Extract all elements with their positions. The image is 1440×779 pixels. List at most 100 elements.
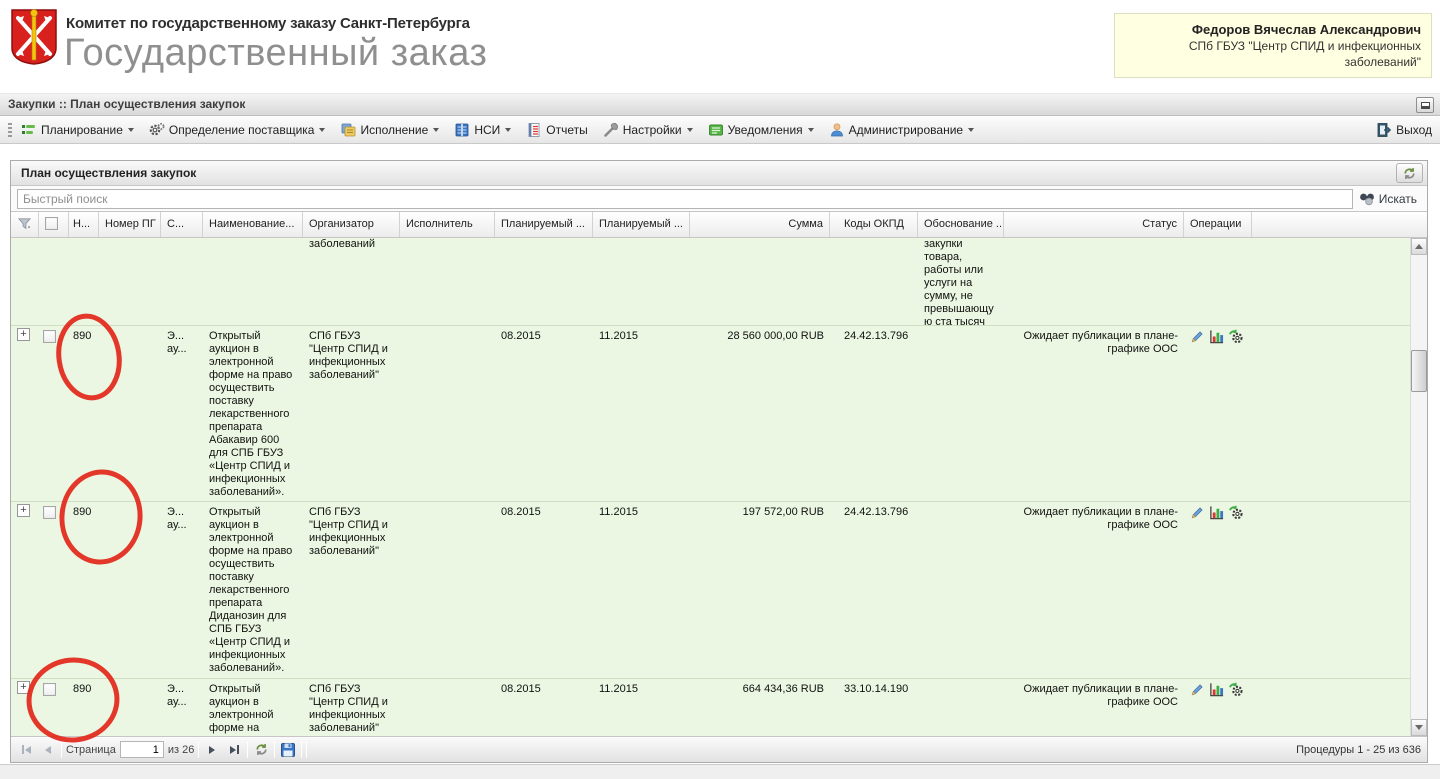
- column-status[interactable]: Статус: [1004, 212, 1184, 237]
- notifications-icon: [708, 124, 723, 136]
- cell-status: Ожидает публикации в плане-графике ООС: [1023, 683, 1178, 708]
- last-page-button[interactable]: [225, 741, 243, 759]
- search-button-label: Искать: [1378, 191, 1417, 206]
- binoculars-icon: [1359, 193, 1374, 205]
- refresh-panel-button[interactable]: [1396, 163, 1423, 183]
- refresh-list-button[interactable]: [252, 741, 270, 759]
- chart-icon[interactable]: [1209, 505, 1224, 524]
- cell-name: Открытый аукцион в электронной форме на …: [209, 506, 293, 674]
- scroll-down-button[interactable]: [1411, 719, 1427, 736]
- column-type[interactable]: С...: [161, 212, 203, 237]
- column-okpd[interactable]: Коды ОКПД: [830, 212, 918, 237]
- column-filter[interactable]: [11, 212, 39, 237]
- chevron-down-icon: [127, 128, 134, 132]
- menu-administration-label: Администрирование: [848, 123, 964, 137]
- save-export-button[interactable]: [279, 741, 297, 759]
- select-all-checkbox[interactable]: [45, 217, 58, 230]
- cell-justification: [918, 326, 1004, 330]
- menu-nsi[interactable]: НСИ: [454, 122, 512, 138]
- edit-icon[interactable]: [1190, 505, 1205, 524]
- column-num[interactable]: Н...: [69, 212, 99, 237]
- column-organizer[interactable]: Организатор: [303, 212, 400, 237]
- cell-type: Э... ау...: [167, 683, 187, 708]
- expand-row-icon[interactable]: +: [17, 504, 30, 517]
- expand-row-icon[interactable]: +: [17, 681, 30, 694]
- menu-exit[interactable]: Выход: [1376, 122, 1432, 138]
- pagination-bar: Страница из 26 Процедуры 1 - 25: [11, 736, 1427, 762]
- cell-planned-end: 11.2015: [599, 683, 638, 695]
- grid-body: заболеваний закупки товара, работы или у…: [11, 238, 1427, 736]
- chevron-down-icon: [807, 128, 814, 132]
- user-name: Федоров Вячеслав Александрович: [1191, 22, 1421, 37]
- previous-page-button[interactable]: [39, 741, 57, 759]
- cell-executor: [400, 679, 495, 683]
- scroll-up-button[interactable]: [1411, 238, 1427, 255]
- page-label: Страница: [66, 743, 116, 756]
- next-page-button[interactable]: [203, 741, 221, 759]
- chevron-down-icon: [319, 128, 326, 132]
- chart-icon[interactable]: [1209, 682, 1224, 701]
- column-operations[interactable]: Операции: [1184, 212, 1252, 237]
- column-pg-number[interactable]: Номер ПГ: [99, 212, 161, 237]
- separator: [247, 741, 249, 758]
- menu-reports-label: Отчеты: [546, 123, 588, 137]
- process-gear-icon[interactable]: [1228, 329, 1244, 348]
- page-input[interactable]: [119, 741, 164, 758]
- edit-icon[interactable]: [1190, 682, 1205, 701]
- column-select-all[interactable]: [39, 212, 69, 237]
- refresh-icon: [1404, 167, 1415, 179]
- arrow-up-icon: [1415, 244, 1423, 249]
- separator: [61, 741, 62, 758]
- user-organization: СПб ГБУЗ "Центр СПИД и инфекционных забо…: [1188, 39, 1421, 69]
- menu-reports[interactable]: Отчеты: [526, 122, 588, 138]
- table-row[interactable]: + 890 Э... ау... Открытый аукцион в элек…: [11, 502, 1410, 679]
- vertical-scrollbar[interactable]: [1410, 238, 1427, 736]
- cell-name: Открытый аукцион в электронной форме на: [209, 683, 274, 734]
- menu-notifications-label: Уведомления: [727, 123, 803, 137]
- first-page-button[interactable]: [17, 741, 35, 759]
- column-planned-start[interactable]: Планируемый ...: [495, 212, 593, 237]
- column-justification[interactable]: Обоснование ...: [918, 212, 1004, 237]
- row-checkbox[interactable]: [43, 330, 56, 343]
- table-row-partial[interactable]: заболеваний закупки товара, работы или у…: [11, 238, 1410, 326]
- toolbar-grip: [8, 123, 12, 137]
- collapse-panel-button[interactable]: [1416, 97, 1434, 113]
- chart-icon[interactable]: [1209, 329, 1224, 348]
- menu-settings[interactable]: Настройки: [603, 122, 693, 138]
- menu-execution-label: Исполнение: [360, 123, 429, 137]
- table-row[interactable]: + 890 Э... ау... Открытый аукцион в элек…: [11, 679, 1410, 736]
- separator: [274, 741, 276, 758]
- scrollbar-thumb[interactable]: [1411, 350, 1427, 392]
- column-planned-end[interactable]: Планируемый ...: [593, 212, 690, 237]
- menu-planning[interactable]: Планирование: [21, 122, 134, 138]
- wrench-icon: [603, 123, 618, 137]
- column-sum[interactable]: Сумма: [690, 212, 830, 237]
- cell-organizer: СПб ГБУЗ "Центр СПИД и инфекционных забо…: [309, 506, 388, 557]
- column-name[interactable]: Наименование...: [203, 212, 303, 237]
- menu-supplier-determination[interactable]: Определение поставщика: [149, 122, 326, 138]
- report-icon: [528, 123, 540, 137]
- menu-administration[interactable]: Администрирование: [829, 122, 975, 138]
- cell-okpd: 24.42.13.796: [844, 330, 909, 342]
- search-input[interactable]: [17, 188, 1353, 209]
- chevron-down-icon: [433, 128, 440, 132]
- search-button[interactable]: Искать: [1359, 192, 1421, 206]
- cell-type: Э... ау...: [167, 330, 187, 355]
- cell-sum: 28 560 000,00 RUB: [727, 330, 824, 342]
- cell-planned-start: 08.2015: [501, 683, 541, 695]
- table-row[interactable]: + 890 Э... ау... Открытый аукцион в элек…: [11, 326, 1410, 502]
- expand-row-icon[interactable]: +: [17, 328, 30, 341]
- row-checkbox[interactable]: [43, 683, 56, 696]
- row-checkbox[interactable]: [43, 506, 56, 519]
- gears-icon: [149, 123, 165, 136]
- menu-notifications[interactable]: Уведомления: [708, 122, 814, 138]
- process-gear-icon[interactable]: [1228, 505, 1244, 524]
- spb-coat-of-arms-logo: [11, 9, 57, 65]
- cell-num: 890: [73, 506, 92, 518]
- execution-icon: [342, 123, 356, 137]
- column-executor[interactable]: Исполнитель: [400, 212, 495, 237]
- menu-execution[interactable]: Исполнение: [340, 122, 440, 138]
- process-gear-icon[interactable]: [1228, 682, 1244, 701]
- edit-icon[interactable]: [1190, 329, 1205, 348]
- planning-icon: [22, 125, 35, 134]
